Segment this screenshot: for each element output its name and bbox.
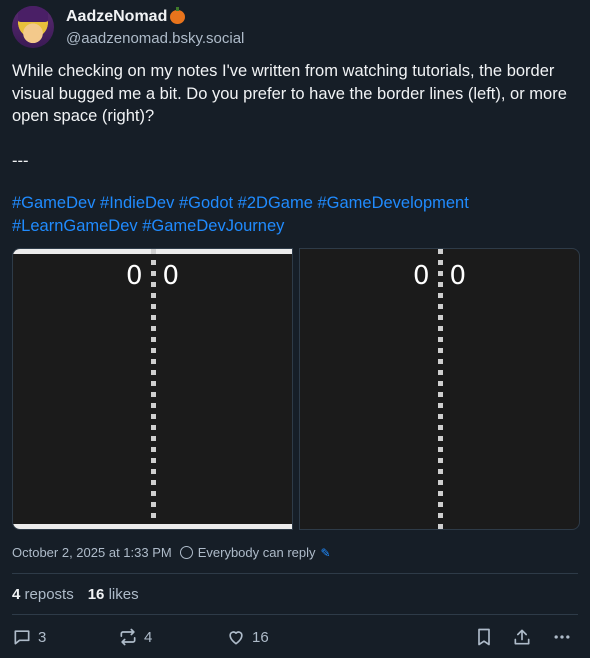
more-icon: [554, 635, 570, 639]
bottom-border-line: [13, 524, 292, 529]
repost-icon: [120, 628, 136, 646]
hashtag-gamedev[interactable]: #GameDev: [12, 194, 95, 212]
reply-count: 3: [38, 628, 47, 646]
avatar[interactable]: [12, 6, 54, 48]
image-right-open-space[interactable]: 0 0: [299, 248, 580, 530]
reposts-count: 4: [12, 586, 21, 603]
hashtag-godot[interactable]: #Godot: [179, 194, 233, 212]
reply-icon: [14, 630, 30, 645]
hashtags: #GameDev #IndieDev #Godot #2DGame #GameD…: [12, 192, 572, 237]
hashtag-gamedevelopment[interactable]: #GameDevelopment: [317, 194, 468, 212]
handle[interactable]: @aadzenomad.bsky.social: [66, 30, 244, 47]
post-text: While checking on my notes I've written …: [12, 62, 567, 170]
reply-setting[interactable]: Everybody can reply ✎: [179, 545, 331, 560]
center-net: [150, 249, 156, 529]
heart-icon: [229, 631, 243, 645]
score-right-player: 0: [162, 261, 180, 291]
like-count: 16: [252, 628, 269, 646]
likes-count: 16: [87, 586, 105, 603]
engagement-stats: 4 reposts 16 likes: [12, 586, 139, 603]
divider: [12, 573, 578, 574]
reply-setting-label: Everybody can reply: [197, 545, 316, 560]
reposts-stat[interactable]: 4 reposts: [12, 586, 74, 603]
like-button[interactable]: 16: [226, 627, 269, 647]
score-left-player: 0: [125, 261, 143, 291]
share-icon: [514, 629, 530, 645]
pumpkin-icon: [170, 7, 186, 24]
timestamp[interactable]: October 2, 2025 at 1:33 PM: [12, 545, 172, 560]
center-net: [437, 249, 443, 529]
reply-button[interactable]: 3: [12, 627, 46, 647]
name-row: AadzeNomad: [66, 7, 186, 26]
repost-count: 4: [144, 628, 153, 646]
hashtag-2dgame[interactable]: #2DGame: [238, 194, 313, 212]
bookmark-button[interactable]: [474, 627, 494, 647]
image-left-with-borders[interactable]: 0 0: [12, 248, 293, 530]
score-left-player: 0: [412, 261, 430, 291]
pencil-icon[interactable]: ✎: [321, 546, 331, 560]
post-actions: 3 4 16: [12, 627, 578, 651]
more-options-button[interactable]: [552, 627, 572, 647]
hashtag-gamedevjourney[interactable]: #GameDevJourney: [142, 217, 284, 235]
likes-stat[interactable]: 16 likes: [88, 586, 139, 603]
hashtag-indiedev[interactable]: #IndieDev: [100, 194, 174, 212]
post-header: AadzeNomad @aadzenomad.bsky.social: [12, 6, 578, 50]
reposts-label: reposts: [24, 586, 74, 603]
post-meta: October 2, 2025 at 1:33 PM Everybody can…: [12, 545, 331, 560]
hashtag-learngamedev[interactable]: #LearnGameDev: [12, 217, 138, 235]
divider: [12, 614, 578, 615]
share-button[interactable]: [512, 627, 532, 647]
globe-icon: [179, 546, 193, 559]
likes-label: likes: [108, 586, 139, 603]
repost-button[interactable]: 4: [118, 627, 152, 647]
score-right-player: 0: [449, 261, 467, 291]
media-gallery: 0 0 0 0: [12, 248, 580, 530]
display-name[interactable]: AadzeNomad: [66, 8, 167, 26]
bookmark-icon: [478, 628, 490, 646]
